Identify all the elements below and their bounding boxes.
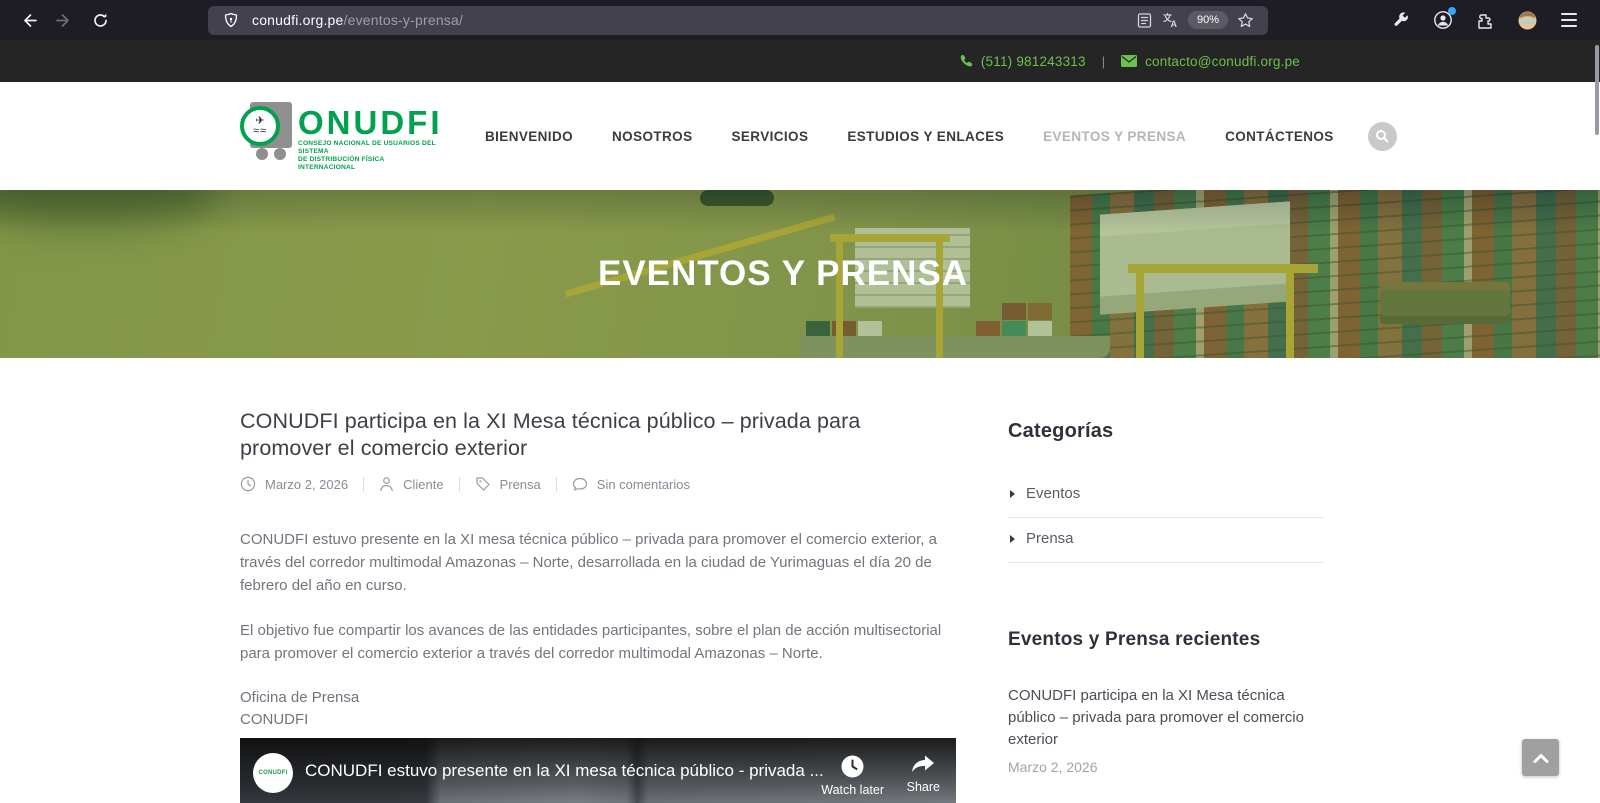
phone-link[interactable]: (511) 981243313 [959, 54, 1086, 69]
search-button[interactable] [1367, 121, 1397, 151]
svg-text:A: A [1171, 19, 1178, 29]
clock-icon [240, 476, 256, 492]
extensions-puzzle-icon[interactable] [1470, 5, 1500, 35]
shield-icon [218, 7, 244, 33]
translate-icon[interactable]: A [1158, 7, 1184, 33]
reader-mode-icon[interactable] [1132, 7, 1158, 33]
site-contact-bar: (511) 981243313 | contacto@conudfi.org.p… [0, 40, 1600, 82]
bookmark-star-icon[interactable] [1232, 7, 1258, 33]
wrench-tool-icon[interactable] [1386, 5, 1416, 35]
site-logo[interactable]: ✈ ≈≈ ONUDFI CONSEJO NACIONAL DE USUARIOS … [240, 100, 440, 172]
reload-button[interactable] [85, 5, 115, 35]
watch-later-clock-icon [841, 755, 864, 778]
nav-item-estudios-y-enlaces[interactable]: ESTUDIOS Y ENLACES [847, 129, 1004, 144]
profile-avatar-icon[interactable] [1512, 5, 1542, 35]
meta-author[interactable]: Cliente [379, 476, 444, 492]
envelope-icon [1121, 55, 1138, 67]
share-button[interactable]: Share [907, 754, 940, 794]
meta-comments[interactable]: Sin comentarios [572, 477, 690, 492]
meta-separator [363, 476, 365, 492]
back-button[interactable] [13, 5, 43, 35]
main-nav: BIENVENIDO NOSOTROS SERVICIOS ESTUDIOS Y… [485, 129, 1334, 144]
logo-tagline-2: DE DISTRIBUCIÓN FÍSICA INTERNACIONAL [298, 156, 385, 171]
recent-post: CONUDFI participa en la XI Mesa técnica … [1008, 685, 1324, 775]
video-title-link[interactable]: CONUDFI estuvo presente en la XI mesa té… [305, 761, 824, 781]
url-bar[interactable]: conudfi.org.pe/eventos-y-prensa/ A 90% [208, 5, 1268, 35]
account-icon[interactable] [1428, 5, 1458, 35]
nav-item-nosotros[interactable]: NOSOTROS [612, 129, 692, 144]
browser-window: conudfi.org.pe/eventos-y-prensa/ A 90% (… [0, 0, 1600, 803]
meta-separator [458, 476, 460, 492]
signature-office: Oficina de Prensa [240, 689, 360, 706]
phone-number: (511) 981243313 [980, 53, 1086, 69]
nav-item-eventos-y-prensa[interactable]: EVENTOS Y PRENSA [1043, 129, 1186, 144]
meta-date: Marzo 2, 2026 [240, 476, 348, 492]
article: CONUDFI participa en la XI Mesa técnica … [240, 358, 956, 803]
url-host: conudfi.org.pe [252, 12, 344, 28]
watch-later-button[interactable]: Watch later [821, 754, 884, 797]
category-item-eventos[interactable]: Eventos [1008, 473, 1324, 518]
contact-separator: | [1101, 53, 1106, 69]
triangle-bullet-icon [1010, 534, 1015, 543]
recent-post-link[interactable]: CONUDFI participa en la XI Mesa técnica … [1008, 685, 1324, 751]
nav-item-servicios[interactable]: SERVICIOS [731, 129, 808, 144]
person-icon [380, 477, 393, 492]
recent-posts-heading: Eventos y Prensa recientes [1008, 629, 1261, 650]
category-item-prensa[interactable]: Prensa [1008, 518, 1324, 563]
back-to-top-button[interactable] [1522, 739, 1559, 776]
chevron-up-icon [1533, 753, 1548, 763]
browser-toolbar: conudfi.org.pe/eventos-y-prensa/ A 90% [0, 0, 1600, 40]
nav-item-contactenos[interactable]: CONTÁCTENOS [1225, 129, 1334, 144]
article-meta: Marzo 2, 2026 Cliente Prensa Sin comenta… [240, 476, 956, 492]
sidebar: Categorías Eventos Prensa Eventos y Pren… [1008, 358, 1324, 775]
share-arrow-icon [912, 755, 935, 772]
url-path: /eventos-y-prensa/ [343, 12, 464, 28]
article-paragraph: El objetivo fue compartir los avances de… [240, 622, 942, 662]
forward-button[interactable] [49, 5, 79, 35]
logo-tagline-1: CONSEJO NACIONAL DE USUARIOS DEL SISTEMA [298, 140, 436, 155]
search-icon [1376, 130, 1389, 143]
phone-icon [959, 54, 973, 68]
triangle-bullet-icon [1010, 489, 1015, 498]
zoom-level-badge[interactable]: 90% [1187, 11, 1228, 29]
categories-heading: Categorías [1008, 420, 1114, 442]
meta-tag[interactable]: Prensa [475, 476, 541, 492]
comment-icon [572, 477, 587, 491]
hero-banner-image: EVENTOS Y PRENSA [0, 190, 1600, 358]
notification-dot [1448, 7, 1456, 15]
email-link[interactable]: contacto@conudfi.org.pe [1121, 54, 1300, 69]
url-text: conudfi.org.pe/eventos-y-prensa/ [252, 12, 463, 28]
page-title: EVENTOS Y PRENSA [597, 254, 969, 293]
channel-avatar[interactable]: CONUDFI [253, 753, 293, 793]
article-paragraph: CONUDFI estuvo presente en la XI mesa té… [240, 531, 937, 594]
scrollbar-thumb[interactable] [1595, 45, 1599, 135]
site-header: ✈ ≈≈ ONUDFI CONSEJO NACIONAL DE USUARIOS … [0, 82, 1600, 190]
categories-list: Eventos Prensa [1008, 473, 1324, 563]
logo-wordmark: ONUDFI [298, 104, 443, 141]
article-title: CONUDFI participa en la XI Mesa técnica … [240, 409, 861, 460]
signature-org: CONUDFI [240, 711, 309, 728]
meta-separator [555, 476, 557, 492]
recent-post-date: Marzo 2, 2026 [1008, 759, 1098, 775]
article-body: CONUDFI estuvo presente en la XI mesa té… [240, 528, 956, 665]
email-address: contacto@conudfi.org.pe [1145, 53, 1300, 69]
menu-hamburger-icon[interactable] [1554, 5, 1584, 35]
youtube-embed[interactable]: CONUDFI CONUDFI estuvo presente en la XI… [240, 738, 956, 803]
nav-item-bienvenido[interactable]: BIENVENIDO [485, 129, 573, 144]
tag-icon [475, 477, 490, 491]
logo-container-icon: ✈ ≈≈ [240, 100, 296, 160]
